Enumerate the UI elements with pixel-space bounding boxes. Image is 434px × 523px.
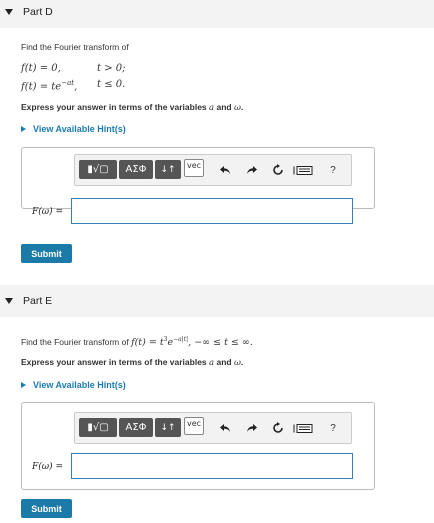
part-e-prompt: Find the Fourier transform of f(t) = t3e… [21,336,253,348]
undo-icon[interactable] [217,162,233,178]
help-icon[interactable]: ? [325,420,341,436]
part-e-math-toolbar: ▮√▢ ΑΣΦ ↓↑ vec ? [74,412,352,444]
collapse-triangle-icon[interactable] [5,9,13,15]
part-e-answer-input[interactable] [71,453,353,479]
part-d-submit-button[interactable]: Submit [21,244,72,263]
vector-button[interactable]: vec [184,159,204,177]
subscript-superscript-button[interactable]: ↓↑ [155,418,181,437]
part-d-instruction: Express your answer in terms of the vari… [21,102,244,113]
greek-symbols-button[interactable]: ΑΣΦ [119,418,153,437]
redo-icon[interactable] [244,420,260,436]
part-d-answer-label: F(ω) = [32,207,64,217]
reset-icon[interactable] [270,420,286,436]
part-e-header[interactable]: Part E [0,285,434,317]
part-d-title: Part D [23,6,53,18]
part-e-title: Part E [23,295,53,307]
keyboard-icon[interactable] [293,420,313,436]
vector-button[interactable]: vec [184,417,204,435]
part-e-submit-button[interactable]: Submit [21,499,72,518]
subscript-superscript-button[interactable]: ↓↑ [155,160,181,179]
part-d-answer-input[interactable] [71,198,353,224]
help-icon[interactable]: ? [325,162,341,178]
part-e-answer-label: F(ω) = [32,462,64,472]
greek-symbols-button[interactable]: ΑΣΦ [119,160,153,179]
expand-triangle-icon [21,126,26,132]
collapse-triangle-icon[interactable] [5,298,13,304]
part-d-hint-link[interactable]: View Available Hint(s) [21,124,126,134]
part-d-math-toolbar: ▮√▢ ΑΣΦ ↓↑ vec ? [74,154,352,186]
expand-triangle-icon [21,382,26,388]
part-e-hint-link[interactable]: View Available Hint(s) [21,380,126,390]
keyboard-icon[interactable] [293,162,313,178]
templates-button[interactable]: ▮√▢ [79,160,117,179]
templates-button[interactable]: ▮√▢ [79,418,117,437]
undo-icon[interactable] [217,420,233,436]
reset-icon[interactable] [270,162,286,178]
part-e-instruction: Express your answer in terms of the vari… [21,357,244,368]
part-d-equation-line2: f(t) = te−at, t ≤ 0. [21,79,126,93]
redo-icon[interactable] [244,162,260,178]
part-d-header[interactable]: Part D [0,0,434,28]
part-d-equation-line1: f(t) = 0, t > 0; [21,63,126,74]
part-d-prompt: Find the Fourier transform of [21,42,129,52]
